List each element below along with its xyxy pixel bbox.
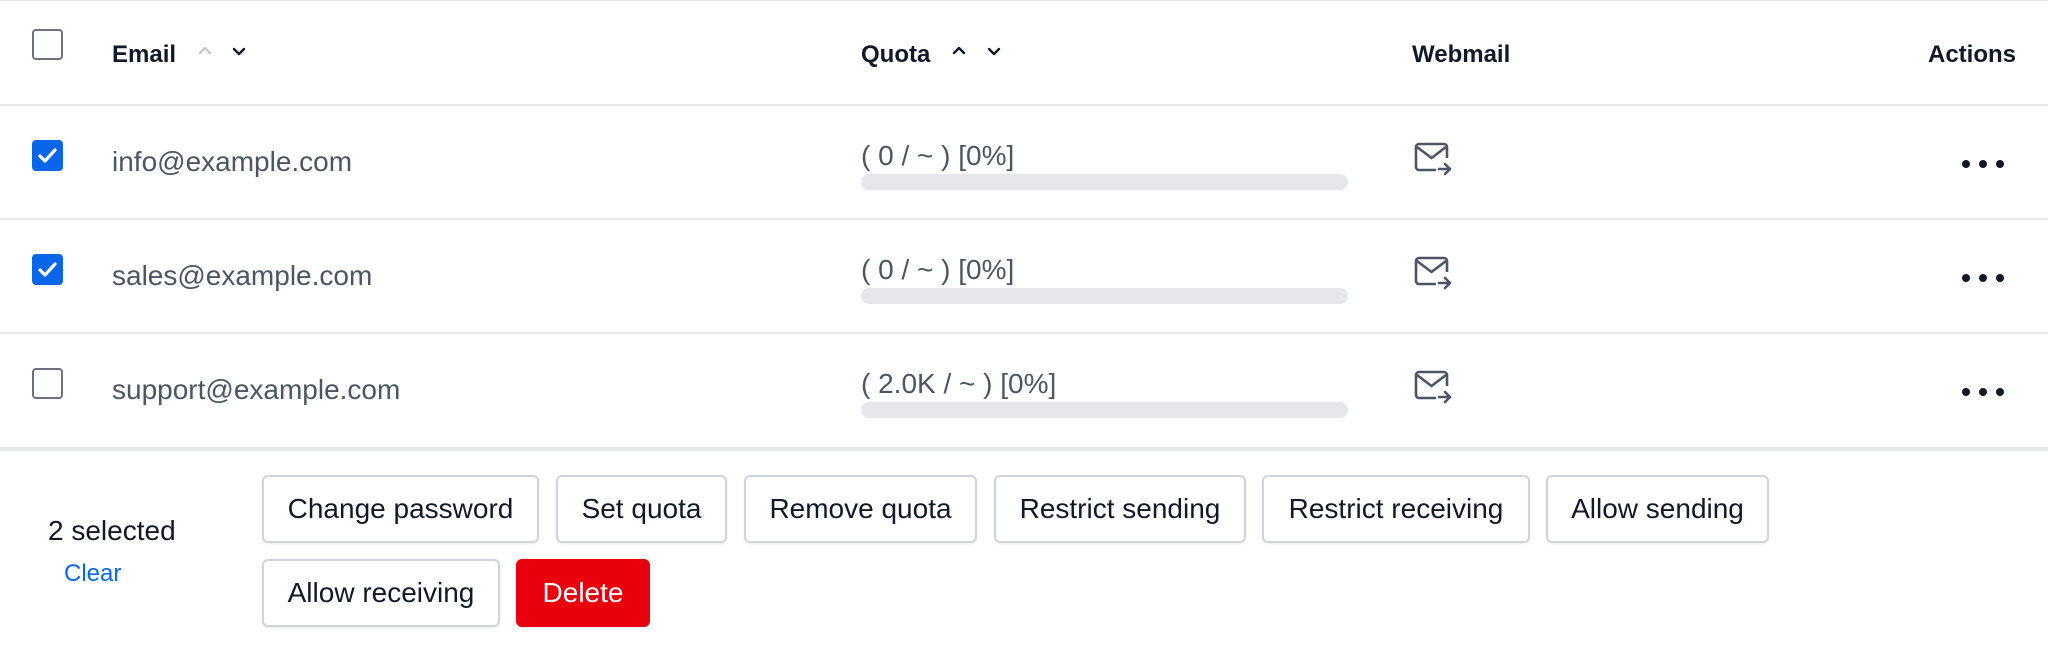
table-row: info@example.com ( 0 / ~ ) [0%] (0, 106, 2048, 220)
mailbox-email: info@example.com (112, 146, 353, 177)
row-actions-menu-icon[interactable] (1962, 274, 2004, 284)
allow-sending-button[interactable]: Allow sending (1546, 475, 1769, 543)
column-header-email: Email (112, 41, 177, 68)
allow-receiving-button[interactable]: Allow receiving (262, 559, 500, 627)
row-checkbox[interactable] (32, 368, 63, 399)
row-actions-menu-icon[interactable] (1962, 160, 2004, 170)
column-header-webmail: Webmail (1412, 41, 1511, 68)
quota-usage-text: ( 2.0K / ~ ) [0%] (861, 368, 1057, 399)
clear-selection-link[interactable]: Clear (64, 560, 121, 588)
webmail-open-icon[interactable] (1414, 369, 1452, 405)
select-all-checkbox[interactable] (32, 29, 63, 60)
row-actions-menu-icon[interactable] (1962, 388, 2004, 398)
sort-descending-icon[interactable] (230, 42, 248, 60)
webmail-open-icon[interactable] (1414, 141, 1452, 177)
sort-ascending-icon[interactable] (950, 42, 968, 60)
column-header-actions: Actions (1928, 41, 2017, 68)
restrict-receiving-button[interactable]: Restrict receiving (1262, 475, 1530, 543)
table-row: sales@example.com ( 0 / ~ ) [0%] (0, 220, 2048, 334)
quota-progress-bar (861, 174, 1348, 190)
table-header: Email Quota Webmail Actions (0, 0, 2048, 106)
sort-ascending-icon[interactable] (196, 42, 214, 60)
quota-usage-text: ( 0 / ~ ) [0%] (861, 140, 1015, 171)
quota-progress-bar (861, 288, 1348, 304)
checkmark-icon (38, 262, 57, 277)
mailbox-email: sales@example.com (112, 260, 373, 291)
quota-progress-bar (861, 402, 1348, 418)
delete-button[interactable]: Delete (516, 559, 650, 627)
restrict-sending-button[interactable]: Restrict sending (994, 475, 1246, 543)
quota-usage-text: ( 0 / ~ ) [0%] (861, 254, 1015, 285)
row-checkbox[interactable] (32, 140, 63, 171)
set-quota-button[interactable]: Set quota (556, 475, 727, 543)
checkmark-icon (38, 148, 57, 163)
selection-count: 2 selected (48, 515, 176, 546)
row-checkbox[interactable] (32, 254, 63, 285)
change-password-button[interactable]: Change password (262, 475, 539, 543)
sort-descending-icon[interactable] (985, 42, 1003, 60)
table-row: support@example.com ( 2.0K / ~ ) [0%] (0, 334, 2048, 451)
mailbox-email: support@example.com (112, 374, 401, 405)
column-header-quota: Quota (861, 41, 931, 68)
webmail-open-icon[interactable] (1414, 255, 1452, 291)
remove-quota-button[interactable]: Remove quota (744, 475, 977, 543)
